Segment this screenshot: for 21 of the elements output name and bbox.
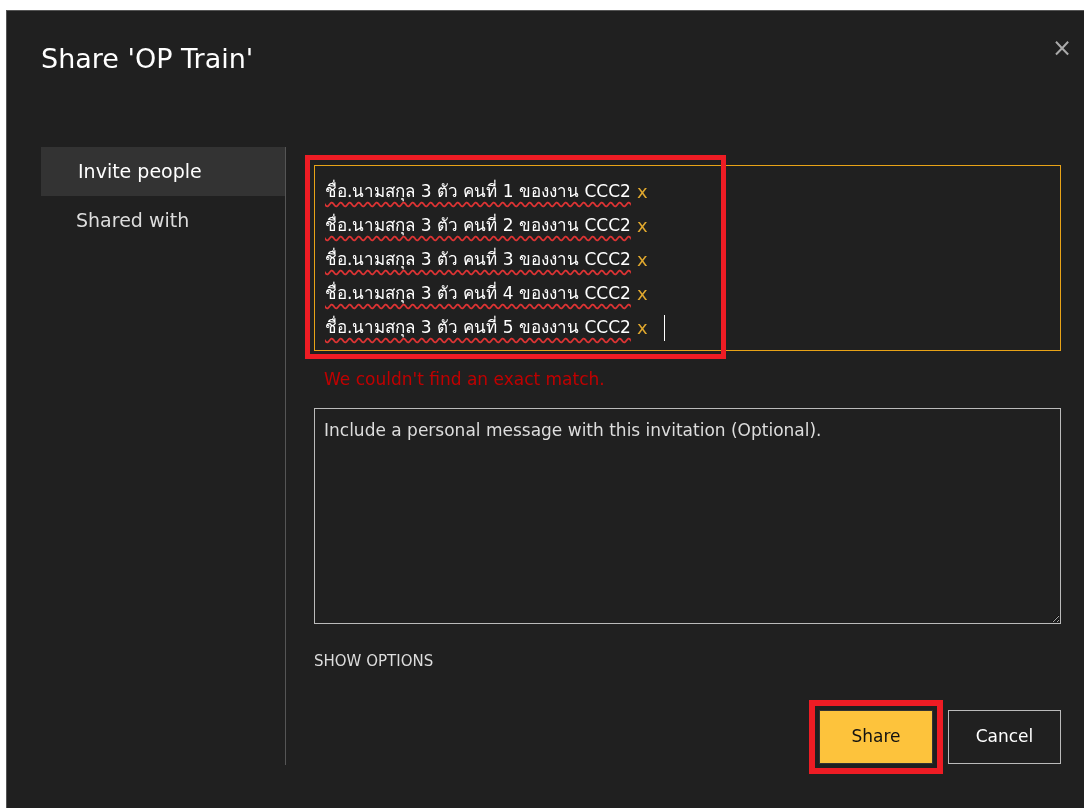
dialog-title: Share 'OP Train' <box>41 42 254 76</box>
recipients-field[interactable] <box>314 165 1061 351</box>
sidebar-tab[interactable]: Shared with <box>41 196 285 245</box>
recipient-name: ชื่อ.นามสกุล 3 ตัว คนที่ 1 ของงาน CCC2 <box>325 179 631 204</box>
show-options-link[interactable]: SHOW OPTIONS <box>314 649 434 672</box>
recipient-name: ชื่อ.นามสกุล 3 ตัว คนที่ 4 ของงาน CCC2 <box>325 281 631 306</box>
close-button[interactable]: × <box>1051 35 1072 61</box>
sidebar-tab[interactable]: Invite people <box>41 147 285 196</box>
remove-button[interactable]: x <box>636 217 648 235</box>
recipient-name: ชื่อ.นามสกุล 3 ตัว คนที่ 5 ของงาน CCC2 <box>325 315 631 340</box>
share-button[interactable]: Share <box>819 710 933 764</box>
remove-button[interactable]: x <box>636 285 648 303</box>
text-cursor <box>663 315 665 341</box>
recipient-name: ชื่อ.นามสกุล 3 ตัว คนที่ 2 ของงาน CCC2 <box>325 213 631 238</box>
remove-button[interactable]: x <box>636 319 648 337</box>
remove-button[interactable]: x <box>636 183 648 201</box>
remove-button[interactable]: x <box>636 251 648 269</box>
recipient-name: ชื่อ.นามสกุล 3 ตัว คนที่ 3 ของงาน CCC2 <box>325 247 631 272</box>
cancel-button[interactable]: Cancel <box>948 710 1061 764</box>
error-message: We couldn't find an exact match. <box>324 368 606 391</box>
message-field[interactable]: Include a personal message with this invitation (Optional). <box>314 407 1061 624</box>
